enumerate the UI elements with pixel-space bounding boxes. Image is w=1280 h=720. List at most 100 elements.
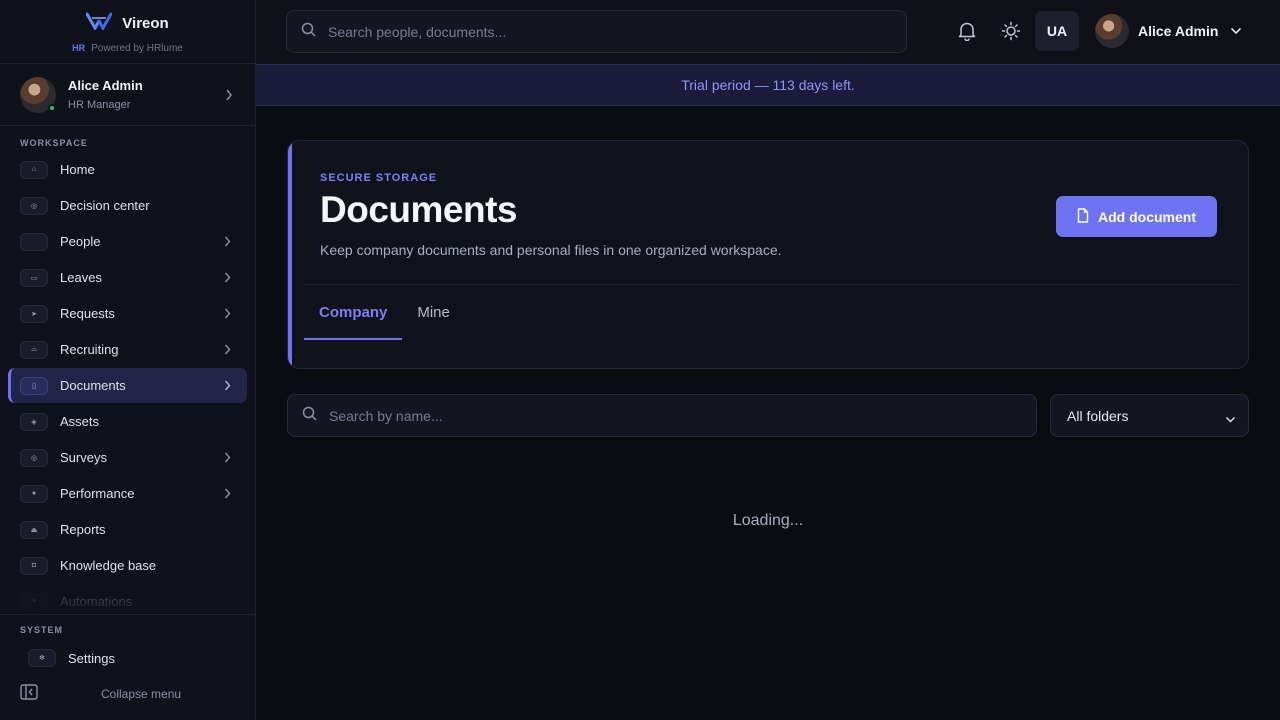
sidebar-item-people[interactable]: ጖ People — [8, 224, 247, 259]
sidebar-item-label: Recruiting — [60, 342, 119, 357]
chevron-right-icon — [224, 487, 231, 502]
avatar — [1095, 14, 1129, 48]
page-subtitle: Keep company documents and personal file… — [320, 242, 782, 258]
sidebar-item-documents[interactable]: ▯ Documents — [8, 368, 247, 403]
chevron-right-icon — [224, 343, 231, 358]
sidebar-item-settings[interactable]: ✻ Settings — [0, 649, 255, 667]
language-switch-button[interactable]: UA — [1035, 11, 1079, 51]
sidebar-item-decision-center[interactable]: ◎ Decision center — [8, 188, 247, 223]
sidebar-item-label: Documents — [60, 378, 126, 393]
document-icon: ▯ — [20, 377, 48, 395]
search-icon — [301, 22, 316, 42]
online-status-dot — [48, 104, 56, 112]
folder-filter-value: All folders — [1067, 408, 1128, 424]
sidebar-item-label: Reports — [60, 522, 106, 537]
vireon-logo-icon — [86, 12, 112, 35]
add-document-button[interactable]: Add document — [1056, 196, 1217, 237]
calendar-icon: ▭ — [20, 269, 48, 287]
sidebar-item-label: Performance — [60, 486, 134, 501]
powered-by-text: Powered by HRlume — [91, 43, 183, 54]
documents-header-card: SECURE STORAGE Documents Keep company do… — [287, 140, 1249, 369]
avatar — [20, 77, 56, 113]
chevron-right-icon — [224, 235, 231, 250]
user-name: Alice Admin — [68, 78, 143, 93]
bell-icon[interactable] — [958, 21, 976, 46]
chevron-right-icon — [224, 379, 231, 394]
powered-by: HR Powered by HRlume — [72, 43, 183, 54]
bolt-icon: ϟ — [20, 593, 48, 611]
loading-indicator: Loading... — [256, 512, 1280, 530]
sidebar-item-reports[interactable]: ⏏ Reports — [8, 512, 247, 547]
sidebar-item-assets[interactable]: ◈ Assets — [8, 404, 247, 439]
sidebar-collapse-icon — [20, 684, 38, 703]
add-document-label: Add document — [1098, 209, 1196, 225]
card-accent-bar — [288, 141, 292, 368]
sidebar-item-label: Knowledge base — [60, 558, 156, 573]
sidebar-item-leaves[interactable]: ▭ Leaves — [8, 260, 247, 295]
sidebar-item-requests[interactable]: ➤ Requests — [8, 296, 247, 331]
section-eyebrow: SECURE STORAGE — [320, 172, 437, 184]
sidebar: Vireon HR Powered by HRlume Alice Admin … — [0, 0, 256, 720]
folder-filter-select[interactable]: All folders — [1050, 394, 1249, 437]
sidebar-item-surveys[interactable]: ◎ Surveys — [8, 440, 247, 475]
sidebar-item-knowledge-base[interactable]: ◘ Knowledge base — [8, 548, 247, 583]
user-menu-name: Alice Admin — [1138, 23, 1218, 39]
trial-banner: Trial period — 113 days left. — [256, 64, 1280, 106]
sidebar-item-performance[interactable]: ● Performance — [8, 476, 247, 511]
sidebar-item-recruiting[interactable]: ⌓ Recruiting — [8, 332, 247, 367]
user-menu[interactable]: Alice Admin — [1095, 14, 1242, 48]
tab-mine[interactable]: Mine — [402, 285, 465, 340]
book-icon: ◘ — [20, 557, 48, 575]
sidebar-item-label: Decision center — [60, 198, 150, 213]
sidebar-item-label: Leaves — [60, 270, 102, 285]
chevron-right-icon — [224, 451, 231, 466]
user-info: Alice Admin HR Manager — [68, 78, 143, 111]
chart-icon: ⏏ — [20, 521, 48, 539]
sidebar-item-label: Surveys — [60, 450, 107, 465]
target-icon: ● — [20, 485, 48, 503]
asset-icon: ◈ — [20, 413, 48, 431]
system-section: SYSTEM ✻ Settings Collapse menu — [0, 614, 255, 720]
hrlume-logo-icon: HR — [72, 43, 85, 53]
topbar: UA Alice Admin — [256, 0, 1280, 64]
sidebar-user-card[interactable]: Alice Admin HR Manager — [0, 64, 255, 126]
briefcase-icon: ⌓ — [20, 341, 48, 359]
chevron-down-icon — [1230, 22, 1242, 40]
brand-row[interactable]: Vireon — [86, 12, 168, 35]
user-role: HR Manager — [68, 99, 143, 111]
brand: Vireon HR Powered by HRlume — [0, 0, 255, 64]
sidebar-item-label: Home — [60, 162, 95, 177]
sidebar-nav: ⌂ Home ◎ Decision center ጖ People ▭ Leav… — [8, 152, 247, 620]
collapse-menu-label: Collapse menu — [101, 687, 181, 701]
chevron-right-icon — [225, 88, 233, 106]
global-search-input[interactable] — [328, 24, 873, 40]
chevron-right-icon — [224, 271, 231, 286]
gear-icon: ✻ — [28, 649, 56, 667]
chevron-down-icon — [1225, 411, 1236, 427]
decision-icon: ◎ — [20, 197, 48, 215]
sidebar-item-label: Assets — [60, 414, 99, 429]
brand-name: Vireon — [122, 15, 168, 32]
send-icon: ➤ — [20, 305, 48, 323]
survey-icon: ◎ — [20, 449, 48, 467]
document-search-input[interactable] — [329, 408, 990, 424]
global-search[interactable] — [286, 10, 907, 53]
collapse-menu-button[interactable]: Collapse menu — [0, 684, 255, 703]
tab-company[interactable]: Company — [304, 285, 402, 340]
page-title: Documents — [320, 189, 517, 231]
system-section-label: SYSTEM — [0, 625, 255, 635]
sidebar-item-home[interactable]: ⌂ Home — [8, 152, 247, 187]
chevron-right-icon — [224, 307, 231, 322]
search-icon — [302, 406, 317, 426]
theme-toggle-sun-icon[interactable] — [1001, 21, 1021, 46]
file-icon — [1077, 208, 1089, 226]
sidebar-item-label: Requests — [60, 306, 115, 321]
sidebar-item-label: People — [60, 234, 100, 249]
document-tabs: Company Mine — [304, 285, 465, 340]
sidebar-item-label: Settings — [68, 651, 115, 666]
workspace-section-label: WORKSPACE — [0, 138, 108, 148]
sidebar-item-label: Automations — [60, 594, 132, 609]
document-search[interactable] — [287, 394, 1037, 437]
home-icon: ⌂ — [20, 161, 48, 179]
people-icon: ጖ — [20, 233, 48, 251]
